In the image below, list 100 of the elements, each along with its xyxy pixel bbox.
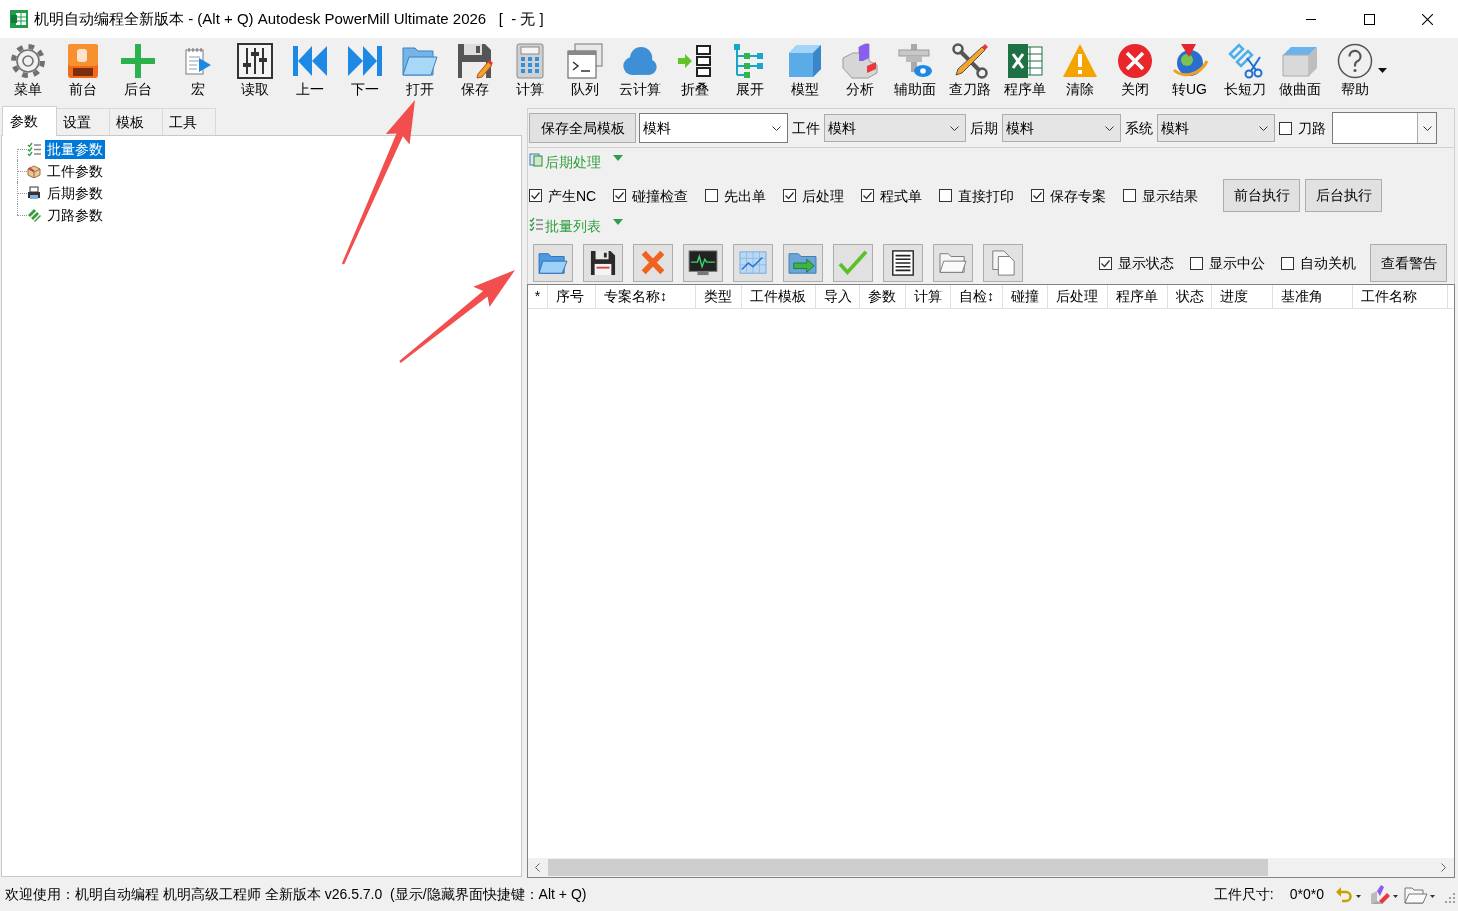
toolbar-button[interactable]: 保存: [447, 38, 502, 100]
toolbar-button[interactable]: 帮助: [1327, 38, 1382, 100]
checkbox-label[interactable]: 显示状态: [1118, 254, 1174, 272]
shape-icon[interactable]: [1369, 883, 1391, 906]
toolbar-button[interactable]: 关闭: [1107, 38, 1162, 100]
toolbar-button[interactable]: 队列: [557, 38, 612, 100]
column-header[interactable]: 基准角: [1273, 285, 1353, 308]
checkbox-label[interactable]: 刀路: [1298, 119, 1326, 137]
tree-item[interactable]: 刀路参数: [45, 205, 105, 225]
run-button[interactable]: 后台执行: [1305, 179, 1383, 212]
dropdown[interactable]: [1332, 112, 1437, 144]
tree-item[interactable]: 批量参数: [45, 139, 105, 159]
toolbar-button[interactable]: 打开: [392, 38, 447, 100]
folder-button[interactable]: [933, 244, 973, 282]
column-header[interactable]: 计算: [906, 285, 951, 308]
column-header[interactable]: 程序单: [1108, 285, 1168, 308]
caret-icon[interactable]: [1393, 895, 1398, 898]
resize-grip-icon[interactable]: [1445, 892, 1455, 903]
checkbox[interactable]: [529, 189, 542, 202]
toolbar-button[interactable]: 分析: [832, 38, 887, 100]
checkbox[interactable]: [783, 189, 797, 202]
toolbar-button[interactable]: 计算: [502, 38, 557, 100]
tree-item[interactable]: 工件参数: [45, 161, 105, 181]
checkbox-label[interactable]: 后处理: [802, 186, 845, 205]
column-header[interactable]: 后处理: [1048, 285, 1108, 308]
monitor-button[interactable]: [683, 244, 723, 282]
toolbar-button[interactable]: 宏: [170, 38, 225, 100]
dropdown[interactable]: 模料: [1002, 114, 1121, 142]
toolbar-button[interactable]: 菜单: [0, 38, 55, 100]
checkbox[interactable]: [939, 189, 953, 202]
caret-icon[interactable]: [1356, 895, 1361, 898]
column-header[interactable]: 状态: [1168, 285, 1212, 308]
tab[interactable]: 工具: [163, 108, 216, 135]
column-header[interactable]: 类型: [696, 285, 742, 308]
tab[interactable]: 设置: [57, 108, 110, 135]
dropdown[interactable]: 模料: [824, 114, 966, 142]
dropdown[interactable]: 模料: [1157, 114, 1275, 142]
checkbox-label[interactable]: 显示中公: [1209, 254, 1265, 272]
toolbar-button[interactable]: 读取: [227, 38, 282, 100]
column-header[interactable]: 序号: [548, 285, 596, 308]
checkbox[interactable]: [861, 189, 875, 202]
column-header[interactable]: 专案名称↕: [596, 285, 696, 308]
toolbar-button[interactable]: 上一: [282, 38, 337, 100]
horizontal-scrollbar[interactable]: [528, 858, 1454, 877]
checkbox[interactable]: [705, 189, 719, 202]
toolbar-button[interactable]: 折叠: [667, 38, 722, 100]
toolbar-button[interactable]: 清除: [1052, 38, 1107, 100]
checkbox[interactable]: [1279, 121, 1292, 135]
copy-button[interactable]: [983, 244, 1023, 282]
toolbar-button[interactable]: 前台: [55, 38, 110, 100]
column-header[interactable]: *: [528, 285, 548, 308]
checkbox-label[interactable]: 自动关机: [1300, 254, 1356, 272]
toolbar-button[interactable]: 程序单: [997, 38, 1052, 100]
checkbox[interactable]: [1123, 189, 1137, 202]
toolbar-button[interactable]: 转UG: [1162, 38, 1217, 100]
toolbar-button[interactable]: 模型: [777, 38, 832, 100]
checkbox[interactable]: [613, 189, 627, 202]
toolbar-button[interactable]: 做曲面: [1272, 38, 1327, 100]
save-button[interactable]: [583, 244, 623, 282]
toolbar-button[interactable]: 云计算: [612, 38, 667, 100]
checkbox-label[interactable]: 显示结果: [1142, 186, 1199, 205]
toolbar-button[interactable]: 展开: [722, 38, 777, 100]
scroll-right-icon[interactable]: [1441, 863, 1446, 872]
column-header[interactable]: 碰撞: [1003, 285, 1048, 308]
column-header[interactable]: 导入: [816, 285, 860, 308]
import-button[interactable]: [783, 244, 823, 282]
toolbar-button[interactable]: 辅助面: [887, 38, 942, 100]
save-template-button[interactable]: 保存全局模板: [529, 113, 636, 143]
toolbar-button[interactable]: 查刀路: [942, 38, 997, 100]
caret-icon[interactable]: [1378, 68, 1387, 73]
checkbox-label[interactable]: 保存专案: [1050, 186, 1107, 205]
column-header[interactable]: 参数: [860, 285, 906, 308]
tab[interactable]: 参数: [2, 106, 57, 136]
checkbox-label[interactable]: 直接打印: [958, 186, 1015, 205]
checkbox[interactable]: [1099, 256, 1112, 270]
scroll-left-icon[interactable]: [535, 863, 540, 872]
toolbar-button[interactable]: 长短刀: [1217, 38, 1272, 100]
tree-item[interactable]: 后期参数: [45, 183, 105, 203]
checkbox-label[interactable]: 程式单: [880, 186, 923, 205]
checkbox-label[interactable]: 碰撞检查: [632, 186, 689, 205]
caret-icon[interactable]: [1430, 895, 1435, 898]
chart-button[interactable]: [733, 244, 773, 282]
open-button[interactable]: [533, 244, 573, 282]
list-button[interactable]: [883, 244, 923, 282]
toolbar-button[interactable]: 下一: [337, 38, 392, 100]
checkbox[interactable]: [1281, 256, 1294, 270]
column-header[interactable]: 工件模板: [742, 285, 816, 308]
column-header[interactable]: 工件名称: [1353, 285, 1448, 308]
tab[interactable]: 模板: [110, 108, 163, 135]
toolbar-button[interactable]: 后台: [110, 38, 165, 100]
run-button[interactable]: 前台执行: [1223, 179, 1301, 212]
template-dropdown[interactable]: 模料: [639, 113, 788, 143]
scrollbar-thumb[interactable]: [548, 859, 1268, 876]
column-header[interactable]: 进度: [1212, 285, 1273, 308]
warning-button[interactable]: 查看警告: [1370, 244, 1447, 282]
checkbox[interactable]: [1190, 256, 1203, 270]
checkbox[interactable]: [1031, 189, 1045, 202]
column-header[interactable]: 自检↕: [951, 285, 1003, 308]
checkbox-label[interactable]: 先出单: [724, 186, 767, 205]
checkbox-label[interactable]: 产生NC: [548, 186, 597, 205]
